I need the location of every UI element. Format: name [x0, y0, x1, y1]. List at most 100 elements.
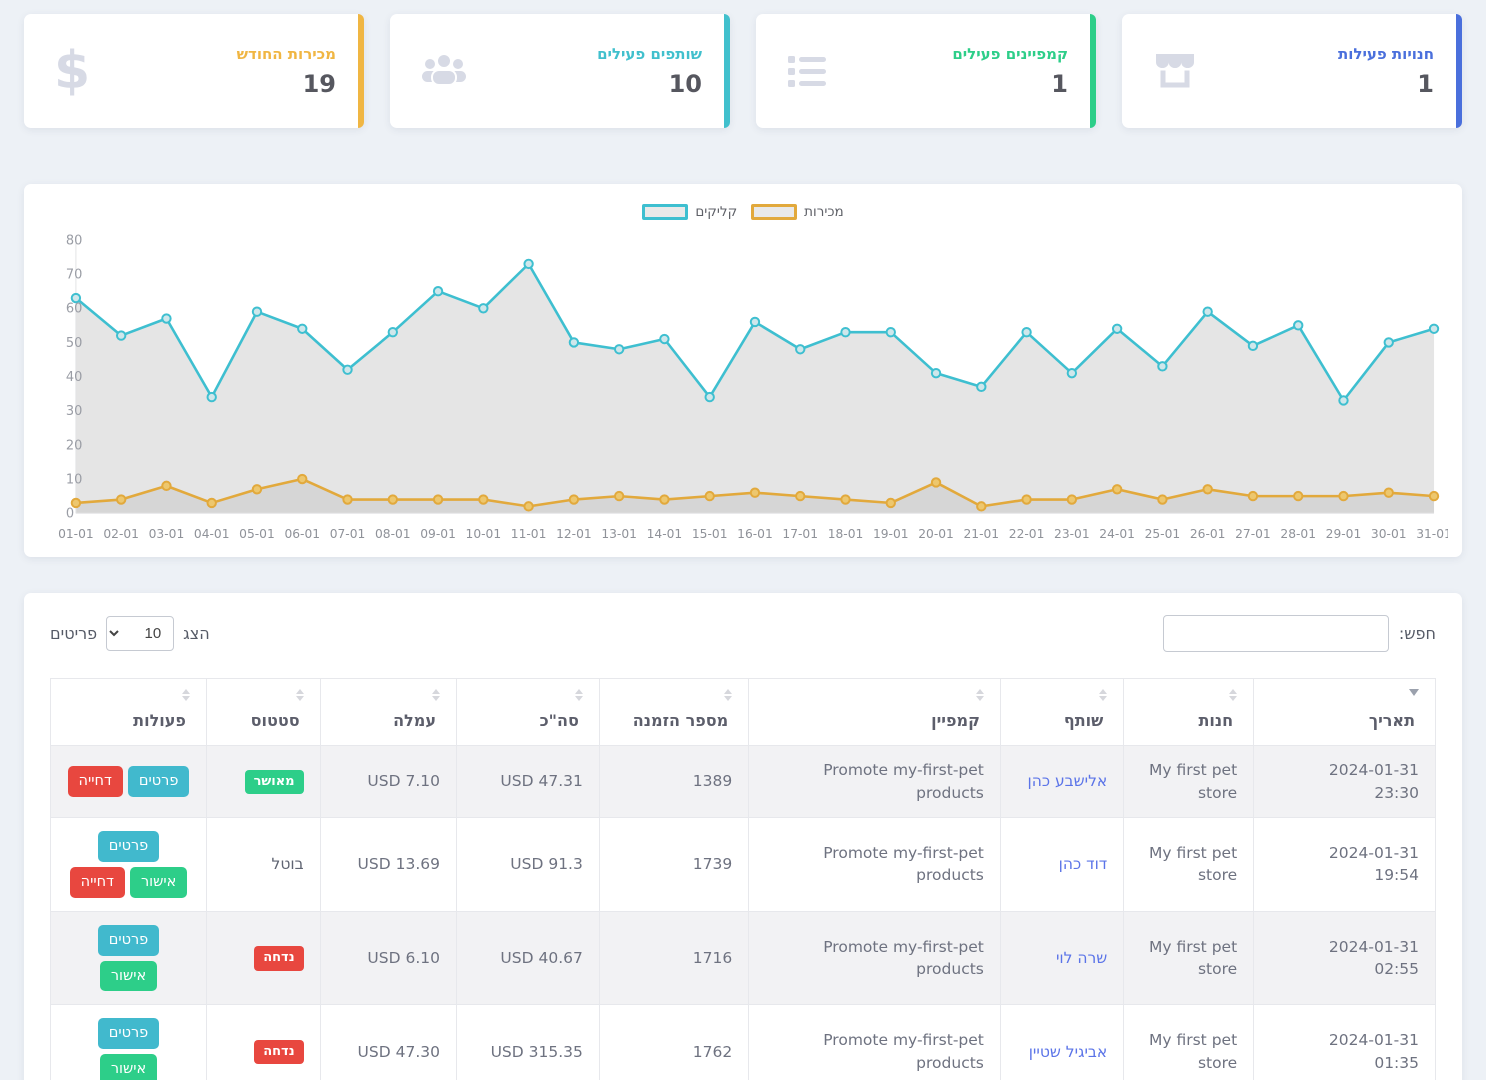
- data-point[interactable]: [524, 260, 532, 268]
- data-point[interactable]: [1385, 338, 1393, 346]
- data-point[interactable]: [1249, 492, 1257, 500]
- data-point[interactable]: [1203, 485, 1211, 493]
- x-tick-label: 03-01: [149, 527, 185, 541]
- details-button[interactable]: פרטים: [128, 766, 190, 797]
- data-point[interactable]: [977, 383, 985, 391]
- page-size-select[interactable]: 10: [106, 616, 174, 651]
- data-point[interactable]: [1339, 396, 1347, 404]
- data-point[interactable]: [751, 318, 759, 326]
- data-point[interactable]: [615, 345, 623, 353]
- data-point[interactable]: [479, 304, 487, 312]
- data-point[interactable]: [1158, 495, 1166, 503]
- data-point[interactable]: [117, 495, 125, 503]
- data-point[interactable]: [887, 328, 895, 336]
- data-point[interactable]: [615, 492, 623, 500]
- data-point[interactable]: [1249, 342, 1257, 350]
- order-date: 2024-01-31: [1270, 1029, 1419, 1051]
- partner-link[interactable]: אלישבע כהן: [1028, 770, 1108, 792]
- data-point[interactable]: [977, 502, 985, 510]
- status-cell: נדחה: [206, 911, 320, 1005]
- data-point[interactable]: [1430, 325, 1438, 333]
- column-header-order[interactable]: מספר הזמנה: [599, 679, 748, 746]
- partner-link[interactable]: שרה לוי: [1056, 947, 1107, 969]
- y-tick-label: 60: [66, 302, 82, 317]
- column-header-actions[interactable]: פעולות: [51, 679, 207, 746]
- data-point[interactable]: [1294, 321, 1302, 329]
- data-point[interactable]: [1203, 308, 1211, 316]
- status-cell: בוטל: [206, 818, 320, 912]
- legend-item-clicks[interactable]: קליקים: [642, 204, 737, 220]
- data-point[interactable]: [1339, 492, 1347, 500]
- reject-button[interactable]: דחייה: [70, 867, 125, 898]
- data-point[interactable]: [253, 308, 261, 316]
- data-point[interactable]: [932, 369, 940, 377]
- data-point[interactable]: [660, 495, 668, 503]
- data-point[interactable]: [932, 478, 940, 486]
- data-point[interactable]: [1022, 495, 1030, 503]
- sort-icon: [1229, 689, 1237, 701]
- data-point[interactable]: [796, 492, 804, 500]
- partner-link[interactable]: דוד כהן: [1059, 853, 1108, 875]
- column-header-date[interactable]: תאריך: [1254, 679, 1436, 746]
- approve-button[interactable]: אישור: [100, 1054, 157, 1080]
- approve-button[interactable]: אישור: [100, 961, 157, 992]
- details-button[interactable]: פרטים: [98, 831, 160, 862]
- data-point[interactable]: [208, 499, 216, 507]
- data-point[interactable]: [1158, 362, 1166, 370]
- data-point[interactable]: [298, 325, 306, 333]
- data-point[interactable]: [479, 495, 487, 503]
- legend-item-sales[interactable]: מכירות: [751, 204, 844, 220]
- data-point[interactable]: [706, 492, 714, 500]
- data-point[interactable]: [887, 499, 895, 507]
- details-button[interactable]: פרטים: [98, 1018, 160, 1049]
- data-point[interactable]: [162, 482, 170, 490]
- card-value: 1: [1338, 70, 1434, 98]
- data-point[interactable]: [796, 345, 804, 353]
- data-point[interactable]: [570, 338, 578, 346]
- data-point[interactable]: [1068, 369, 1076, 377]
- order-date-cell: 2024-01-3123:30: [1254, 746, 1436, 818]
- data-point[interactable]: [524, 502, 532, 510]
- data-point[interactable]: [751, 489, 759, 497]
- approve-button[interactable]: אישור: [130, 867, 187, 898]
- details-button[interactable]: פרטים: [98, 925, 160, 956]
- data-point[interactable]: [389, 495, 397, 503]
- data-point[interactable]: [1113, 325, 1121, 333]
- data-point[interactable]: [208, 393, 216, 401]
- data-point[interactable]: [1294, 492, 1302, 500]
- data-point[interactable]: [841, 495, 849, 503]
- status-cell: מאושר: [206, 746, 320, 818]
- data-point[interactable]: [117, 331, 125, 339]
- data-point[interactable]: [298, 475, 306, 483]
- data-point[interactable]: [162, 314, 170, 322]
- data-point[interactable]: [389, 328, 397, 336]
- search-input[interactable]: [1163, 615, 1389, 652]
- data-point[interactable]: [343, 366, 351, 374]
- data-point[interactable]: [253, 485, 261, 493]
- partner-link[interactable]: אביגיל שטיין: [1029, 1041, 1108, 1063]
- data-point[interactable]: [434, 495, 442, 503]
- data-point[interactable]: [1022, 328, 1030, 336]
- data-point[interactable]: [660, 335, 668, 343]
- data-point[interactable]: [570, 495, 578, 503]
- data-point[interactable]: [841, 328, 849, 336]
- column-header-campaign[interactable]: קמפיין: [749, 679, 1001, 746]
- data-point[interactable]: [1113, 485, 1121, 493]
- x-tick-label: 09-01: [420, 527, 456, 541]
- data-point[interactable]: [1385, 489, 1393, 497]
- data-point[interactable]: [1068, 495, 1076, 503]
- data-point[interactable]: [1430, 492, 1438, 500]
- campaign-cell: Promote my-first-pet products: [749, 746, 1001, 818]
- column-header-commission[interactable]: עמלה: [320, 679, 456, 746]
- column-header-total[interactable]: סה"כ: [456, 679, 599, 746]
- x-tick-label: 18-01: [828, 527, 864, 541]
- column-header-store[interactable]: חנות: [1124, 679, 1254, 746]
- קליקים-area: [76, 264, 1434, 513]
- data-point[interactable]: [343, 495, 351, 503]
- reject-button[interactable]: דחייה: [68, 766, 123, 797]
- data-point[interactable]: [706, 393, 714, 401]
- column-header-partner[interactable]: שותף: [1000, 679, 1123, 746]
- data-point[interactable]: [434, 287, 442, 295]
- column-header-status[interactable]: סטטוס: [206, 679, 320, 746]
- actions-group: פרטים אישור: [67, 1018, 190, 1080]
